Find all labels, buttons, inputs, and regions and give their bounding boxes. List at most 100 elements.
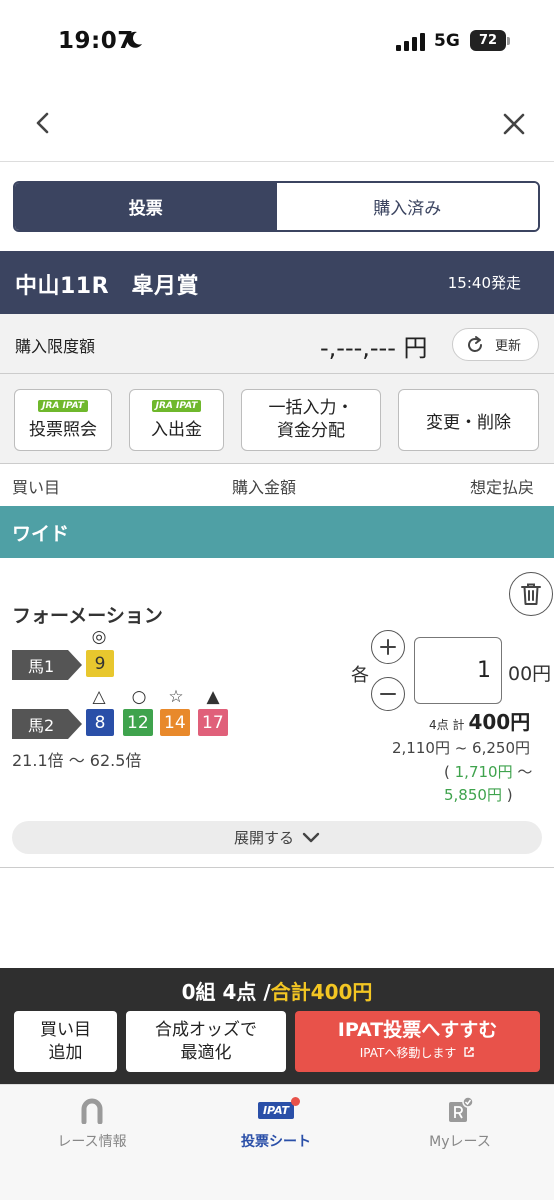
tab-purchased[interactable]: 購入済み xyxy=(276,183,538,230)
vote-inquiry-button[interactable]: JRA IPAT 投票照会 xyxy=(14,389,112,451)
jra-ipat-badge: JRA IPAT xyxy=(38,400,88,412)
payout-alt-row-1: ( 1,710円 〜 xyxy=(444,761,532,782)
optimize-button[interactable]: 合成オッズで 最適化 xyxy=(126,1011,286,1072)
summary-bar: 0組 4点 /合計400円 買い目 追加 合成オッズで 最適化 IPAT投票へす… xyxy=(0,968,554,1084)
horse2-number-1: 8 xyxy=(86,709,114,736)
race-name: 中山11R 皐月賞 xyxy=(15,274,200,299)
edit-delete-label: 変更・削除 xyxy=(426,412,511,433)
amount-input[interactable]: 1 xyxy=(414,637,502,704)
bulk-input-label-2: 資金分配 xyxy=(277,421,345,441)
segmented-tabs: 投票 購入済み xyxy=(13,181,540,232)
bet-total: 4点 計 400円 xyxy=(429,706,530,735)
payout-tilde: 〜 xyxy=(517,763,533,781)
horse2-mark-1: △ xyxy=(92,687,106,707)
deposit-button[interactable]: JRA IPAT 入出金 xyxy=(129,389,224,451)
optimize-label-2: 最適化 xyxy=(180,1042,232,1063)
col-bet: 買い目 xyxy=(12,478,61,497)
close-icon[interactable] xyxy=(500,110,528,138)
network-type: 5G xyxy=(434,31,460,51)
ipat-sub-text: IPATへ移動します xyxy=(359,1045,457,1060)
odds-range: 21.1倍 〜 62.5倍 xyxy=(12,751,142,770)
divider xyxy=(0,867,554,868)
bulk-input-button[interactable]: 一括入力・ 資金分配 xyxy=(241,389,381,451)
purchase-limit-row: 購入限度額 -,---,--- 円 更新 xyxy=(0,314,554,374)
payout-alt-low: 1,710円 xyxy=(454,763,513,781)
deposit-label: 入出金 xyxy=(151,420,202,440)
horse2-number-4: 17 xyxy=(198,709,228,736)
expand-label: 展開する xyxy=(233,829,294,847)
refresh-button[interactable]: 更新 xyxy=(452,328,539,361)
bulk-input-label-1: 一括入力・ xyxy=(268,398,354,418)
action-buttons-row: JRA IPAT 投票照会 JRA IPAT 入出金 一括入力・ 資金分配 変更… xyxy=(0,374,554,464)
summary-total: 合計400円 xyxy=(270,980,373,1004)
payout-alt-high: 5,850円 xyxy=(444,786,502,804)
payout-close: ) xyxy=(506,786,513,804)
decrease-button[interactable] xyxy=(371,677,405,711)
tab-vote[interactable]: 投票 xyxy=(15,183,277,230)
signal-icon xyxy=(396,33,426,55)
trash-icon xyxy=(521,583,541,605)
ipat-proceed-button[interactable]: IPAT投票へすすむ IPATへ移動します xyxy=(295,1011,540,1072)
points-label: 4点 計 xyxy=(429,718,465,732)
limit-amount: -,---,--- 円 xyxy=(320,334,428,362)
horse2-mark-3: ☆ xyxy=(168,687,184,707)
payout-open: ( xyxy=(444,763,450,781)
nav-bar xyxy=(0,84,554,162)
summary-text: 0組 4点 /合計400円 xyxy=(0,976,554,1005)
race-header: 中山11R 皐月賞 15:40発走 xyxy=(0,251,554,314)
tab-vote-sheet[interactable]: IPAT 投票シート xyxy=(184,1095,368,1151)
tab-race-info[interactable]: レース情報 xyxy=(0,1095,184,1151)
horse2-number-2: 12 xyxy=(123,709,153,736)
col-payout: 想定払戻 xyxy=(470,478,535,497)
delete-bet-button[interactable] xyxy=(509,572,553,616)
bet-type-bar: ワイド xyxy=(0,506,554,558)
horse2-mark-4: ▲ xyxy=(206,687,220,707)
edit-delete-button[interactable]: 変更・削除 xyxy=(398,389,539,451)
external-link-icon xyxy=(464,1046,474,1057)
tab-my-race-label: Myレース xyxy=(429,1134,491,1150)
refresh-label: 更新 xyxy=(495,339,522,354)
payout-alt-row-2: 5,850円 ) xyxy=(444,784,513,805)
horse2-mark-2: ○ xyxy=(131,687,147,707)
vote-inquiry-label: 投票照会 xyxy=(29,420,97,440)
add-bet-label-2: 追加 xyxy=(48,1042,83,1063)
bet-method: フォーメーション xyxy=(12,605,163,627)
horse2-label: 馬2 xyxy=(12,709,82,739)
battery-icon: 72 xyxy=(470,30,506,51)
expand-button[interactable]: 展開する xyxy=(12,821,542,854)
ipat-proceed-sublabel: IPATへ移動します xyxy=(360,1042,475,1065)
moon-icon xyxy=(124,30,144,54)
jra-ipat-badge: JRA IPAT xyxy=(151,400,202,412)
my-race-icon xyxy=(445,1095,475,1125)
horse2-number-3: 14 xyxy=(160,709,190,736)
bottom-tab-bar: レース情報 IPAT 投票シート Myレース xyxy=(0,1084,554,1200)
add-bet-button[interactable]: 買い目 追加 xyxy=(14,1011,117,1072)
optimize-label-1: 合成オッズで xyxy=(155,1019,257,1040)
ipat-icon: IPAT xyxy=(257,1095,301,1125)
horse1-number: 9 xyxy=(86,650,114,677)
horse1-label: 馬1 xyxy=(12,650,82,680)
plus-icon xyxy=(380,639,396,655)
horseshoe-icon xyxy=(79,1095,105,1125)
chevron-down-icon xyxy=(302,832,320,842)
amount-unit: 00円 xyxy=(508,663,552,685)
limit-label: 購入限度額 xyxy=(15,337,96,356)
tab-vote-sheet-label: 投票シート xyxy=(241,1134,311,1150)
add-bet-label-1: 買い目 xyxy=(40,1019,91,1040)
status-time: 19:07 xyxy=(58,28,134,54)
total-amount: 400円 xyxy=(468,710,531,734)
horse1-mark: ◎ xyxy=(91,627,107,647)
minus-icon xyxy=(380,693,396,695)
payout-range: 2,110円 ~ 6,250円 xyxy=(392,739,530,757)
each-label: 各 xyxy=(351,665,369,686)
column-header: 買い目 購入金額 想定払戻 xyxy=(0,464,554,506)
post-time: 15:40発走 xyxy=(447,274,521,292)
ipat-badge: IPAT xyxy=(257,1096,301,1119)
refresh-icon xyxy=(468,335,482,352)
back-icon[interactable] xyxy=(30,110,56,136)
summary-prefix: 0組 4点 / xyxy=(181,980,271,1004)
col-amount: 購入金額 xyxy=(232,478,297,497)
tab-race-info-label: レース情報 xyxy=(57,1134,127,1150)
increase-button[interactable] xyxy=(371,630,405,664)
tab-my-race[interactable]: Myレース xyxy=(368,1095,552,1151)
